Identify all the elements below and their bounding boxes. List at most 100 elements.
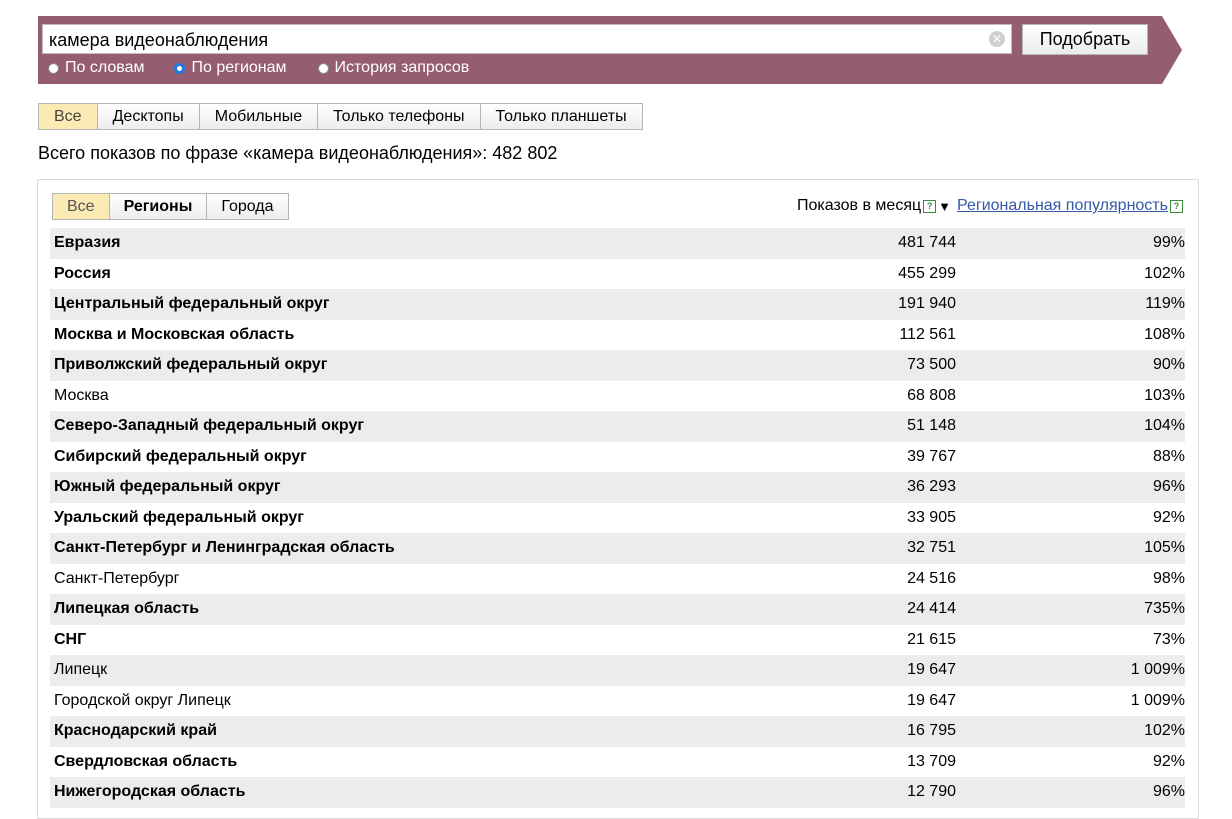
tab-tablets-only[interactable]: Только планшеты: [481, 104, 642, 129]
regional-popularity: 102%: [1144, 722, 1185, 740]
tab-mobile[interactable]: Мобильные: [200, 104, 319, 129]
tab-phones-only[interactable]: Только телефоны: [318, 104, 481, 129]
region-name: Уральский федеральный округ: [54, 508, 304, 526]
regional-popularity: 90%: [1152, 356, 1185, 374]
tab-regions[interactable]: Регионы: [110, 194, 208, 219]
table-row: Москва и Московская область 112 561 108%: [50, 320, 1185, 351]
table-row: Приволжский федеральный округ 73 500 90%: [50, 350, 1185, 381]
regional-popularity: 104%: [1144, 417, 1185, 435]
table-row: Москва 68 808 103%: [50, 381, 1185, 412]
popularity-header-link[interactable]: Региональная популярность: [957, 197, 1168, 215]
table-row: Санкт-Петербург и Ленинградская область 3…: [50, 533, 1185, 564]
shows-per-month: 24 516: [907, 569, 956, 587]
region-name: Москва: [54, 386, 109, 404]
shows-per-month: 73 500: [907, 356, 956, 374]
tab-cities[interactable]: Города: [207, 194, 287, 219]
table-row: Свердловская область 13 709 92%: [50, 747, 1185, 778]
search-button[interactable]: Подобрать: [1022, 24, 1148, 55]
radio-label: История запросов: [334, 59, 470, 76]
regional-popularity: 92%: [1152, 508, 1185, 526]
device-tabs: Все Десктопы Мобильные Только телефоны Т…: [38, 103, 643, 130]
radio-button[interactable]: [48, 62, 59, 74]
tab-all-regions[interactable]: Все: [53, 194, 110, 219]
shows-per-month: 21 615: [907, 630, 956, 648]
region-name: СНГ: [54, 630, 87, 648]
table-row: Санкт-Петербург 24 516 98%: [50, 564, 1185, 595]
shows-per-month: 24 414: [907, 600, 956, 618]
region-name: Краснодарский край: [54, 722, 217, 740]
shows-per-month: 32 751: [907, 539, 956, 557]
regional-popularity: 96%: [1152, 783, 1185, 801]
radio-by-regions[interactable]: По регионам: [174, 58, 287, 78]
clear-icon[interactable]: ✕: [989, 31, 1005, 47]
table-row: Нижегородская область 12 790 96%: [50, 777, 1185, 808]
regional-popularity: 99%: [1152, 234, 1185, 252]
radio-button-checked[interactable]: [174, 62, 186, 74]
table-row: Северо-Западный федеральный округ 51 148 1…: [50, 411, 1185, 442]
table-row: Южный федеральный округ 36 293 96%: [50, 472, 1185, 503]
radio-button[interactable]: [317, 62, 329, 74]
table-row: Евразия 481 744 99%: [50, 228, 1185, 259]
tab-desktops[interactable]: Десктопы: [98, 104, 200, 129]
table-row: Липецкая область 24 414 735%: [50, 594, 1185, 625]
radio-label: По регионам: [191, 59, 287, 76]
regional-popularity: 119%: [1145, 295, 1185, 313]
shows-per-month: 481 744: [898, 234, 956, 252]
shows-per-month: 112 561: [899, 325, 956, 343]
shows-column-header[interactable]: Показов в месяц ? ▼: [797, 197, 951, 215]
help-icon[interactable]: ?: [1169, 199, 1183, 213]
search-mode-radios: По словам По регионам История запросов: [48, 58, 469, 78]
region-name: Нижегородская область: [54, 783, 246, 801]
shows-per-month: 51 148: [907, 417, 956, 435]
search-box[interactable]: ✕: [42, 24, 1012, 54]
shows-per-month: 33 905: [907, 508, 956, 526]
region-name: Липецк: [54, 661, 108, 679]
tab-all-devices[interactable]: Все: [39, 104, 98, 129]
shows-per-month: 191 940: [898, 295, 956, 313]
regional-popularity: 98%: [1152, 569, 1185, 587]
table-row: Центральный федеральный округ 191 940 119%: [50, 289, 1185, 320]
region-name: Липецкая область: [54, 600, 200, 618]
regional-popularity: 105%: [1144, 539, 1185, 557]
regional-popularity: 108%: [1144, 325, 1185, 343]
regional-popularity: 735%: [1144, 600, 1185, 618]
regional-popularity: 103%: [1144, 386, 1185, 404]
regional-popularity: 1 009%: [1130, 661, 1185, 679]
radio-history[interactable]: История запросов: [317, 58, 470, 78]
shows-per-month: 39 767: [907, 447, 956, 465]
search-input[interactable]: [49, 29, 979, 51]
shows-per-month: 68 808: [907, 386, 956, 404]
table-row: Липецк 19 647 1 009%: [50, 655, 1185, 686]
regional-popularity: 102%: [1144, 264, 1185, 282]
table-row: СНГ 21 615 73%: [50, 625, 1185, 656]
regional-popularity: 73%: [1152, 630, 1185, 648]
table-row: Краснодарский край 16 795 102%: [50, 716, 1185, 747]
regional-popularity: 88%: [1152, 447, 1185, 465]
regions-table: Евразия 481 744 99% Россия 455 299 102% Центра…: [50, 228, 1185, 808]
table-row: Городской округ Липецк 19 647 1 009%: [50, 686, 1185, 717]
sort-desc-icon[interactable]: ▼: [938, 199, 951, 214]
popularity-column-header[interactable]: Региональная популярность ?: [957, 197, 1183, 215]
region-name: Сибирский федеральный округ: [54, 447, 307, 465]
region-name: Приволжский федеральный округ: [54, 356, 328, 374]
regional-popularity: 92%: [1152, 752, 1185, 770]
shows-header-label[interactable]: Показов в месяц: [797, 197, 921, 215]
region-name: Свердловская область: [54, 752, 238, 770]
region-name: Санкт-Петербург и Ленинградская область: [54, 539, 395, 557]
shows-per-month: 19 647: [907, 661, 956, 679]
region-name: Городской округ Липецк: [54, 691, 231, 709]
regional-popularity: 1 009%: [1130, 691, 1185, 709]
radio-by-words[interactable]: По словам: [48, 58, 144, 78]
region-name: Южный федеральный округ: [54, 478, 281, 496]
search-band-arrow: [1162, 16, 1182, 84]
radio-label: По словам: [65, 59, 145, 76]
table-row: Россия 455 299 102%: [50, 259, 1185, 290]
total-impressions: Всего показов по фразе «камера видеонабл…: [38, 143, 558, 163]
region-name: Евразия: [54, 234, 121, 252]
region-name: Центральный федеральный округ: [54, 295, 330, 313]
help-icon[interactable]: ?: [923, 199, 937, 213]
regional-popularity: 96%: [1152, 478, 1185, 496]
region-name: Россия: [54, 264, 111, 282]
shows-per-month: 36 293: [907, 478, 956, 496]
region-name: Москва и Московская область: [54, 325, 295, 343]
